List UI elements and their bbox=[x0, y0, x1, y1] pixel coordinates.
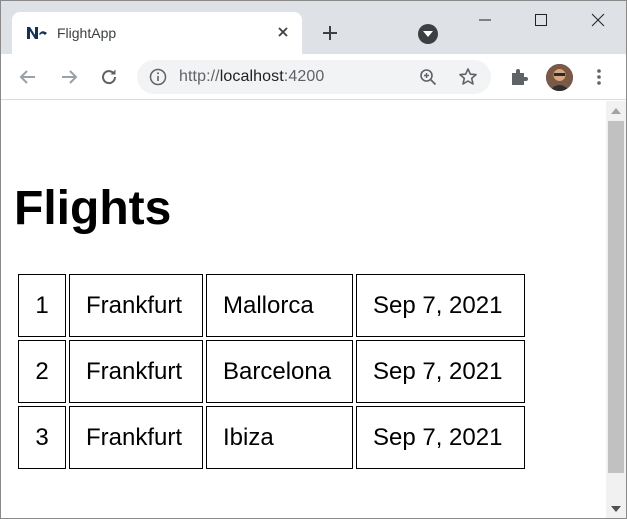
table-row: 1 Frankfurt Mallorca Sep 7, 2021 bbox=[18, 274, 525, 337]
puzzle-icon[interactable] bbox=[508, 66, 530, 88]
scroll-down-arrow-icon[interactable] bbox=[611, 506, 621, 512]
address-bar[interactable]: http://localhost:4200 bbox=[137, 60, 491, 94]
flight-to-cell: Barcelona bbox=[206, 340, 353, 403]
url-text: http://localhost:4200 bbox=[179, 68, 324, 86]
url-scheme: http:// bbox=[179, 68, 220, 85]
scroll-up-arrow-icon[interactable] bbox=[611, 108, 621, 114]
page-content: Flights 1 Frankfurt Mallorca Sep 7, 2021… bbox=[1, 101, 606, 518]
close-icon[interactable] bbox=[274, 23, 292, 41]
plus-icon[interactable] bbox=[319, 22, 341, 44]
flight-id-cell: 3 bbox=[18, 406, 66, 469]
tab-title: FlightApp bbox=[57, 25, 117, 41]
back-arrow-icon[interactable] bbox=[17, 66, 39, 88]
maximize-icon[interactable] bbox=[530, 9, 552, 31]
nx-logo-icon bbox=[26, 25, 48, 41]
flight-from-cell: Frankfurt bbox=[69, 406, 203, 469]
flight-date-cell: Sep 7, 2021 bbox=[356, 340, 525, 403]
forward-arrow-icon[interactable] bbox=[58, 66, 80, 88]
flight-from-cell: Frankfurt bbox=[69, 274, 203, 337]
browser-window: FlightApp http://localhost:4200 Flights … bbox=[0, 0, 627, 519]
table-row: 3 Frankfurt Ibiza Sep 7, 2021 bbox=[18, 406, 525, 469]
flight-from-cell: Frankfurt bbox=[69, 340, 203, 403]
close-icon[interactable] bbox=[587, 9, 609, 31]
info-icon[interactable] bbox=[149, 68, 167, 86]
flight-to-cell: Mallorca bbox=[206, 274, 353, 337]
flight-to-cell: Ibiza bbox=[206, 406, 353, 469]
scrollbar-thumb[interactable] bbox=[608, 121, 624, 473]
vertical-scrollbar[interactable] bbox=[606, 101, 626, 518]
url-host: localhost bbox=[219, 68, 284, 85]
chevron-down-icon[interactable] bbox=[418, 24, 438, 44]
title-bar: FlightApp bbox=[1, 1, 626, 54]
reload-icon[interactable] bbox=[98, 66, 120, 88]
tab-flightapp[interactable]: FlightApp bbox=[12, 12, 302, 54]
star-icon[interactable] bbox=[458, 67, 478, 87]
flights-table: 1 Frankfurt Mallorca Sep 7, 2021 2 Frank… bbox=[15, 271, 528, 472]
zoom-icon[interactable] bbox=[419, 68, 437, 86]
flight-date-cell: Sep 7, 2021 bbox=[356, 406, 525, 469]
url-port: :4200 bbox=[283, 68, 325, 85]
minimize-icon[interactable] bbox=[474, 9, 496, 31]
table-row: 2 Frankfurt Barcelona Sep 7, 2021 bbox=[18, 340, 525, 403]
browser-toolbar: http://localhost:4200 bbox=[1, 54, 626, 100]
flight-id-cell: 2 bbox=[18, 340, 66, 403]
page-title: Flights bbox=[14, 182, 172, 235]
kebab-menu-icon[interactable] bbox=[590, 66, 608, 88]
flight-id-cell: 1 bbox=[18, 274, 66, 337]
flight-date-cell: Sep 7, 2021 bbox=[356, 274, 525, 337]
avatar[interactable] bbox=[546, 64, 573, 91]
